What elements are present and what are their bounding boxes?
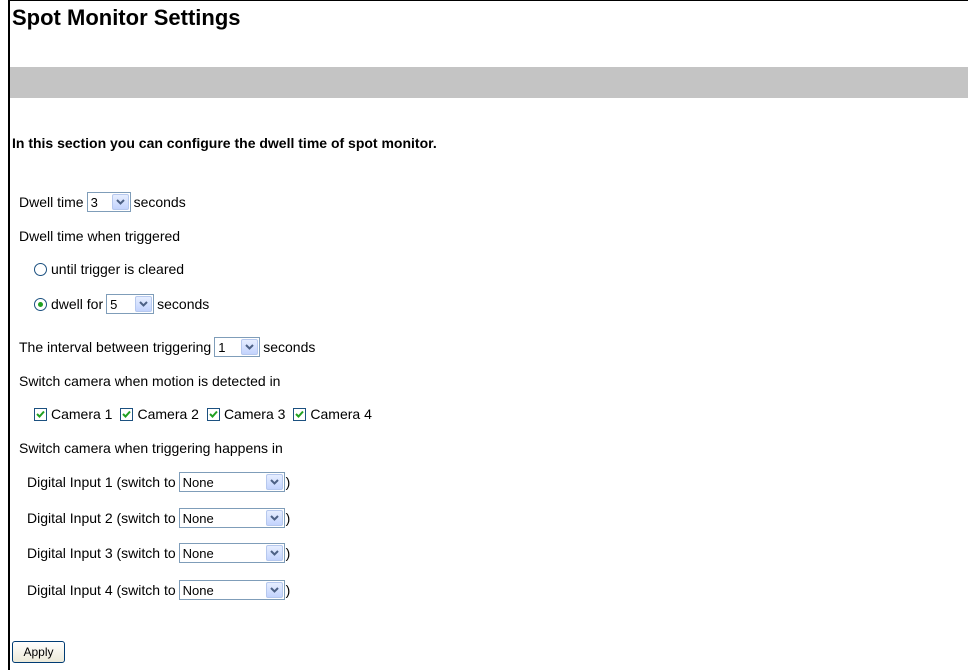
- dwell-time-row: Dwell time 3 seconds: [19, 192, 186, 212]
- dwell-triggered-label: Dwell time when triggered: [19, 228, 181, 244]
- camera-3-checkbox[interactable]: [206, 407, 220, 421]
- dwell-time-select[interactable]: 3: [86, 192, 131, 212]
- camera-4-checkbox[interactable]: [293, 407, 307, 421]
- digital-input-3-value: None: [182, 545, 214, 561]
- digital-input-4-select[interactable]: None: [178, 580, 285, 600]
- radio-until-cleared-label: until trigger is cleared: [51, 261, 185, 277]
- interval-label: The interval between triggering: [19, 339, 212, 355]
- radio-dwell-for-label: dwell for: [51, 296, 104, 312]
- chevron-down-icon[interactable]: [265, 545, 283, 561]
- digital-input-4-row: Digital Input 4 (switch to None ): [27, 580, 290, 600]
- chevron-down-icon[interactable]: [111, 194, 129, 210]
- digital-input-1-value: None: [182, 474, 214, 490]
- digital-input-2-select[interactable]: None: [178, 508, 285, 528]
- camera-1-checkbox[interactable]: [34, 407, 47, 421]
- digital-input-1-close: ): [285, 474, 291, 490]
- dwell-time-unit: seconds: [133, 194, 186, 210]
- camera-checkbox-group: Camera 1 Camera 2 Camera 3 Camera 4: [34, 406, 380, 422]
- checkmark-icon: [209, 410, 218, 418]
- digital-input-4-close: ): [285, 582, 291, 598]
- header-bar: [10, 67, 968, 98]
- digital-input-1-select[interactable]: None: [178, 472, 285, 492]
- chevron-down-icon[interactable]: [135, 296, 153, 312]
- digital-input-3-select[interactable]: None: [178, 543, 285, 563]
- dwell-for-unit: seconds: [157, 296, 210, 312]
- digital-input-2-label: Digital Input 2 (switch to: [27, 510, 176, 526]
- camera-1-option[interactable]: Camera 1: [34, 406, 112, 422]
- dwell-time-value: 3: [90, 194, 98, 210]
- interval-value: 1: [218, 339, 226, 355]
- radio-selected-dot: [38, 301, 43, 307]
- page-frame: [8, 0, 968, 670]
- camera-1-label: Camera 1: [51, 406, 113, 422]
- digital-input-1-label: Digital Input 1 (switch to: [27, 474, 176, 490]
- camera-4-label: Camera 4: [310, 406, 372, 422]
- apply-button[interactable]: Apply: [12, 641, 65, 663]
- digital-input-2-close: ): [285, 510, 291, 526]
- digital-input-4-label: Digital Input 4 (switch to: [27, 582, 176, 598]
- chevron-down-icon[interactable]: [241, 339, 259, 355]
- page-title: Spot Monitor Settings: [12, 5, 241, 30]
- trigger-switch-label: Switch camera when triggering happens in: [19, 440, 283, 456]
- camera-4-option[interactable]: Camera 4: [293, 406, 372, 422]
- radio-dwell-for-row[interactable]: dwell for 5 seconds: [34, 294, 209, 314]
- digital-input-3-close: ): [285, 545, 291, 561]
- digital-input-2-row: Digital Input 2 (switch to None ): [27, 508, 290, 528]
- checkmark-icon: [36, 410, 45, 418]
- intro-text: In this section you can configure the dw…: [12, 135, 437, 151]
- chevron-down-icon[interactable]: [265, 510, 283, 526]
- digital-input-1-row: Digital Input 1 (switch to None ): [27, 472, 290, 492]
- radio-until-cleared[interactable]: [34, 262, 47, 276]
- chevron-down-icon[interactable]: [265, 474, 283, 490]
- camera-2-checkbox[interactable]: [120, 407, 134, 421]
- camera-3-label: Camera 3: [223, 406, 286, 422]
- motion-label: Switch camera when motion is detected in: [19, 373, 281, 389]
- digital-input-4-value: None: [182, 582, 214, 598]
- radio-dwell-for[interactable]: [34, 297, 47, 311]
- interval-unit: seconds: [263, 339, 316, 355]
- interval-row: The interval between triggering 1 second…: [19, 337, 315, 357]
- radio-until-cleared-row[interactable]: until trigger is cleared: [34, 261, 184, 277]
- camera-2-label: Camera 2: [137, 406, 199, 422]
- checkmark-icon: [122, 410, 132, 418]
- chevron-down-icon[interactable]: [265, 582, 283, 598]
- dwell-time-label: Dwell time: [19, 194, 84, 210]
- checkmark-icon: [295, 410, 305, 418]
- camera-3-option[interactable]: Camera 3: [206, 406, 286, 422]
- digital-input-3-row: Digital Input 3 (switch to None ): [27, 543, 290, 563]
- dwell-for-value: 5: [110, 296, 118, 312]
- digital-input-2-value: None: [182, 510, 214, 526]
- camera-2-option[interactable]: Camera 2: [120, 406, 199, 422]
- interval-select[interactable]: 1: [214, 337, 261, 357]
- digital-input-3-label: Digital Input 3 (switch to: [27, 545, 176, 561]
- dwell-for-select[interactable]: 5: [106, 294, 155, 314]
